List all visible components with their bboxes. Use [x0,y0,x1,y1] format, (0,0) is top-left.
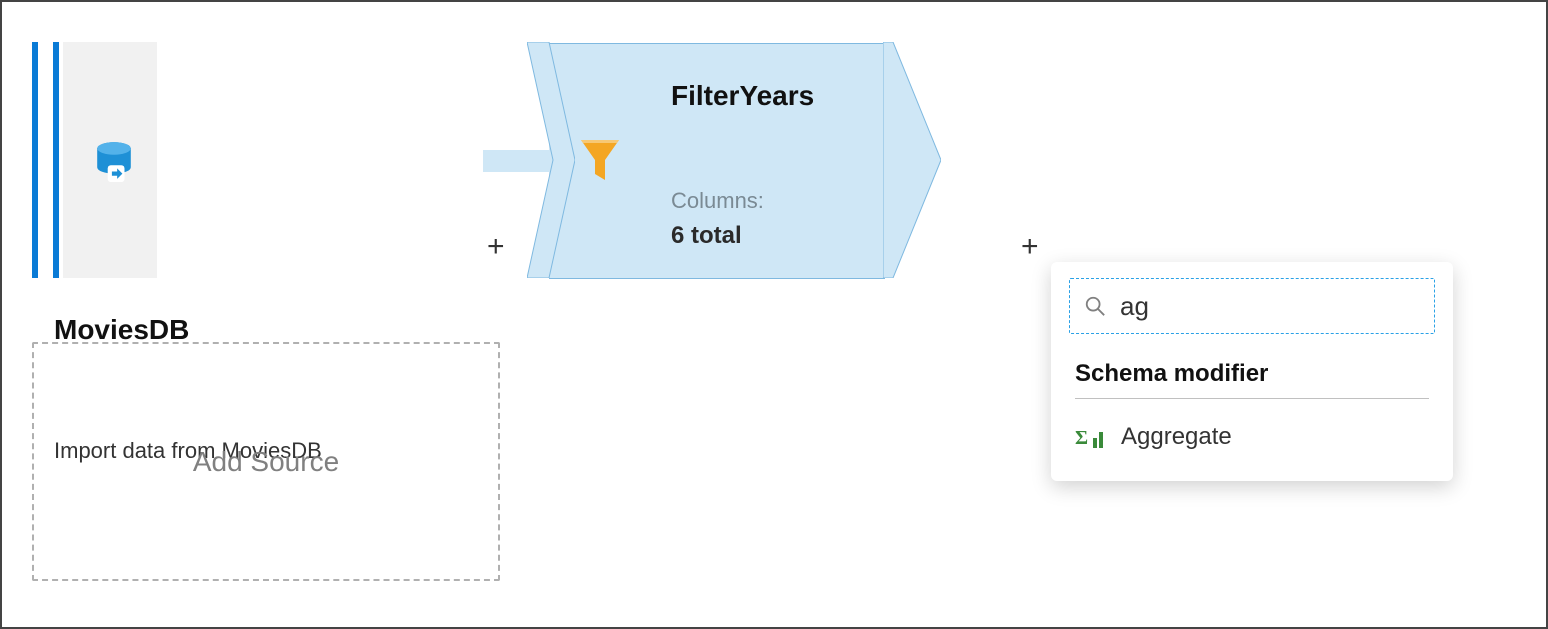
source-accent-bar [32,42,38,278]
sigma-bar-icon: Σ [1075,424,1105,450]
add-source-label: Add Source [193,446,339,478]
search-icon [1084,295,1106,317]
add-step-button-2[interactable]: + [1021,230,1039,264]
dataflow-canvas: MoviesDB Import data from MoviesDB + Fil… [0,0,1548,629]
source-icon-column [63,42,157,278]
add-step-dropdown: Schema modifier Σ Aggregate [1051,262,1453,481]
source-accent-gap [42,42,48,278]
add-source-placeholder[interactable]: Add Source [32,342,500,581]
filter-body: FilterYears Columns: 6 total [647,43,885,279]
funnel-icon [581,140,619,182]
dropdown-item-label: Aggregate [1121,423,1232,451]
source-accent-bar [53,42,59,278]
dropdown-item-aggregate[interactable]: Σ Aggregate [1069,409,1435,453]
filter-columns-value: 6 total [671,222,742,250]
filter-node-filteryears[interactable]: FilterYears Columns: 6 total [527,42,929,278]
dropdown-category-label: Schema modifier [1075,360,1429,399]
database-arrow-icon [93,140,135,182]
search-input[interactable] [1118,290,1420,323]
filter-chevron-in [527,42,575,278]
search-box[interactable] [1069,278,1435,334]
source-node-moviesdb[interactable]: MoviesDB Import data from MoviesDB [32,42,496,278]
svg-text:Σ: Σ [1075,427,1088,449]
filter-chevron-out [883,42,941,278]
add-step-button-1[interactable]: + [487,230,505,264]
filter-columns-label: Columns: [671,188,764,214]
filter-title: FilterYears [671,80,814,112]
